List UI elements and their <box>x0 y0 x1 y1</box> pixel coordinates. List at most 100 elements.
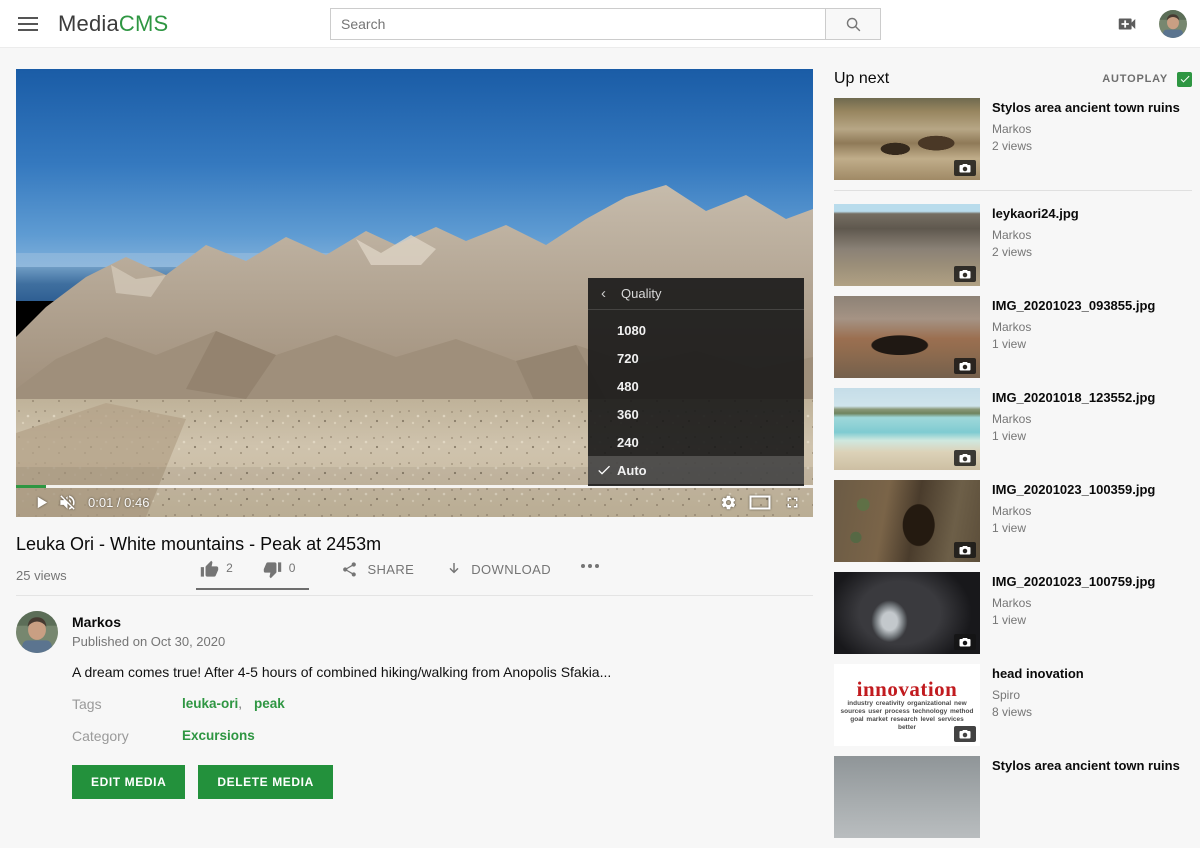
thumbnail: innovation industry creativity organizat… <box>834 664 980 746</box>
quality-option-720[interactable]: 720 <box>588 344 804 372</box>
top-header: MediaCMS <box>0 0 1200 48</box>
item-author: Spiro <box>992 688 1192 702</box>
dislike-count: 0 <box>289 561 296 575</box>
fullscreen-icon <box>784 494 801 511</box>
dislike-button[interactable]: 0 <box>263 560 296 579</box>
thumbnail <box>834 756 980 838</box>
search-button[interactable] <box>826 8 881 40</box>
item-title: head inovation <box>992 666 1192 682</box>
check-icon <box>1179 73 1191 85</box>
item-views: 1 view <box>992 521 1192 535</box>
avatar-photo-icon <box>1159 10 1187 38</box>
quality-option-240[interactable]: 240 <box>588 428 804 456</box>
gear-icon <box>720 494 737 511</box>
category-row: Category Excursions <box>72 728 255 744</box>
author-section: Markos Published on Oct 30, 2020 <box>16 611 225 653</box>
list-item[interactable]: IMG_20201023_100759.jpg Markos 1 view <box>834 572 1192 654</box>
camera-icon <box>959 729 971 739</box>
item-title: IMG_20201018_123552.jpg <box>992 390 1192 406</box>
search-input[interactable] <box>330 8 826 40</box>
up-next-title: Up next <box>834 70 889 88</box>
tag-link[interactable]: leuka-ori <box>182 696 242 712</box>
quality-menu-back[interactable]: ‹ Quality <box>588 278 804 310</box>
list-item[interactable]: innovation industry creativity organizat… <box>834 664 1192 746</box>
item-views: 1 view <box>992 429 1192 443</box>
time-display: 0:01 / 0:46 <box>88 495 149 510</box>
page-title: Leuka Ori - White mountains - Peak at 24… <box>16 534 796 555</box>
play-icon <box>34 495 49 510</box>
autoplay-label: AUTOPLAY <box>1102 73 1168 85</box>
logo-media: Media <box>58 11 119 36</box>
item-views: 2 views <box>992 139 1192 153</box>
avatar-photo-icon <box>16 611 58 653</box>
theater-mode-button[interactable] <box>747 489 773 515</box>
quality-menu: ‹ Quality 1080 720 480 360 240 Auto <box>588 278 804 486</box>
item-views: 1 view <box>992 613 1192 627</box>
menu-icon[interactable] <box>18 17 38 31</box>
user-avatar[interactable] <box>1159 10 1187 38</box>
list-item[interactable]: IMG_20201023_093855.jpg Markos 1 view <box>834 296 1192 378</box>
item-author: Markos <box>992 412 1192 426</box>
list-item[interactable]: leykaori24.jpg Markos 2 views <box>834 204 1192 286</box>
author-name[interactable]: Markos <box>72 614 225 630</box>
edit-media-button[interactable]: EDIT MEDIA <box>72 765 185 799</box>
video-player[interactable]: ‹ Quality 1080 720 480 360 240 Auto 0:01… <box>16 69 813 517</box>
fullscreen-button[interactable] <box>779 489 805 515</box>
more-options-button[interactable] <box>581 564 599 568</box>
like-dislike-group: 2 0 <box>196 554 309 590</box>
thumbnail <box>834 572 980 654</box>
quality-option-480[interactable]: 480 <box>588 372 804 400</box>
item-title: Stylos area ancient town ruins <box>992 100 1192 116</box>
tag-link[interactable]: peak <box>254 696 285 712</box>
thumbnail <box>834 388 980 470</box>
volume-muted-icon <box>58 493 77 512</box>
media-actions: EDIT MEDIA DELETE MEDIA <box>72 765 333 799</box>
author-avatar[interactable] <box>16 611 58 653</box>
quality-option-1080[interactable]: 1080 <box>588 316 804 344</box>
thumbnail <box>834 480 980 562</box>
check-icon <box>596 462 612 478</box>
settings-button[interactable] <box>715 489 741 515</box>
video-description: A dream comes true! After 4-5 hours of c… <box>72 664 692 680</box>
quality-options: 1080 720 480 360 240 Auto <box>588 310 804 486</box>
play-button[interactable] <box>28 489 54 515</box>
item-author: Markos <box>992 596 1192 610</box>
list-item[interactable]: IMG_20201018_123552.jpg Markos 1 view <box>834 388 1192 470</box>
download-button[interactable]: DOWNLOAD <box>446 561 551 577</box>
category-label: Category <box>72 728 182 744</box>
camera-icon <box>959 453 971 463</box>
quality-option-360[interactable]: 360 <box>588 400 804 428</box>
autoplay-toggle[interactable]: AUTOPLAY <box>1102 72 1192 87</box>
thumbnail <box>834 296 980 378</box>
camera-icon <box>959 269 971 279</box>
upload-media-button[interactable] <box>1116 13 1138 40</box>
camera-icon <box>959 545 971 555</box>
quality-option-auto[interactable]: Auto <box>588 456 804 484</box>
share-button[interactable]: SHARE <box>341 561 414 578</box>
item-title: Stylos area ancient town ruins <box>992 758 1192 774</box>
thumbnail <box>834 204 980 286</box>
list-item[interactable]: Stylos area ancient town ruins <box>834 756 1192 838</box>
share-icon <box>341 561 358 578</box>
logo[interactable]: MediaCMS <box>58 11 168 37</box>
video-camera-plus-icon <box>1116 13 1138 35</box>
item-views: 2 views <box>992 245 1192 259</box>
like-count: 2 <box>226 561 233 575</box>
item-author: Markos <box>992 228 1192 242</box>
like-button[interactable]: 2 <box>200 560 233 579</box>
autoplay-checkbox[interactable] <box>1177 72 1192 87</box>
item-author: Markos <box>992 504 1192 518</box>
category-link[interactable]: Excursions <box>182 728 255 744</box>
item-title: leykaori24.jpg <box>992 206 1192 222</box>
logo-cms: CMS <box>119 11 169 36</box>
list-item[interactable]: Stylos area ancient town ruins Markos 2 … <box>834 98 1192 180</box>
mute-button[interactable] <box>54 489 80 515</box>
item-title: IMG_20201023_100359.jpg <box>992 482 1192 498</box>
publish-date: Published on Oct 30, 2020 <box>72 634 225 649</box>
item-title: IMG_20201023_093855.jpg <box>992 298 1192 314</box>
delete-media-button[interactable]: DELETE MEDIA <box>198 765 333 799</box>
item-author: Markos <box>992 320 1192 334</box>
list-item[interactable]: IMG_20201023_100359.jpg Markos 1 view <box>834 480 1192 562</box>
item-views: 8 views <box>992 705 1192 719</box>
camera-icon <box>959 163 971 173</box>
